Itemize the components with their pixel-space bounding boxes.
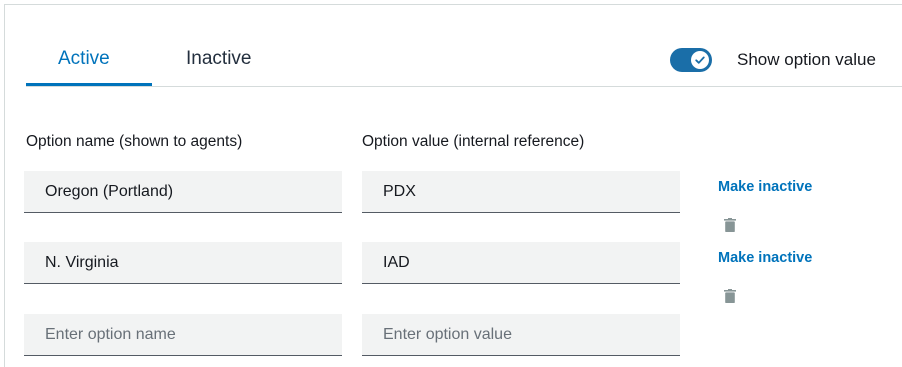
tab-inactive[interactable]: Inactive: [186, 48, 251, 70]
option-name-field[interactable]: [24, 242, 342, 284]
toggle-label: Show option value: [737, 50, 876, 69]
make-inactive-link[interactable]: Make inactive: [718, 179, 812, 195]
trash-icon[interactable]: [724, 218, 736, 232]
option-value-field[interactable]: [362, 171, 680, 213]
tabs-divider: [26, 86, 902, 87]
show-option-value-toggle[interactable]: [670, 48, 712, 72]
trash-icon[interactable]: [724, 289, 736, 303]
option-name-header: Option name (shown to agents): [26, 133, 243, 150]
new-option-name-field[interactable]: [24, 314, 342, 356]
toggle-knob: [691, 51, 709, 69]
checkmark-icon: [695, 56, 705, 64]
make-inactive-link[interactable]: Make inactive: [718, 250, 812, 266]
option-name-field[interactable]: [24, 171, 342, 213]
tab-active[interactable]: Active: [58, 48, 110, 70]
option-value-header: Option value (internal reference): [362, 133, 585, 150]
option-value-field[interactable]: [362, 242, 680, 284]
new-option-value-field[interactable]: [362, 314, 680, 356]
